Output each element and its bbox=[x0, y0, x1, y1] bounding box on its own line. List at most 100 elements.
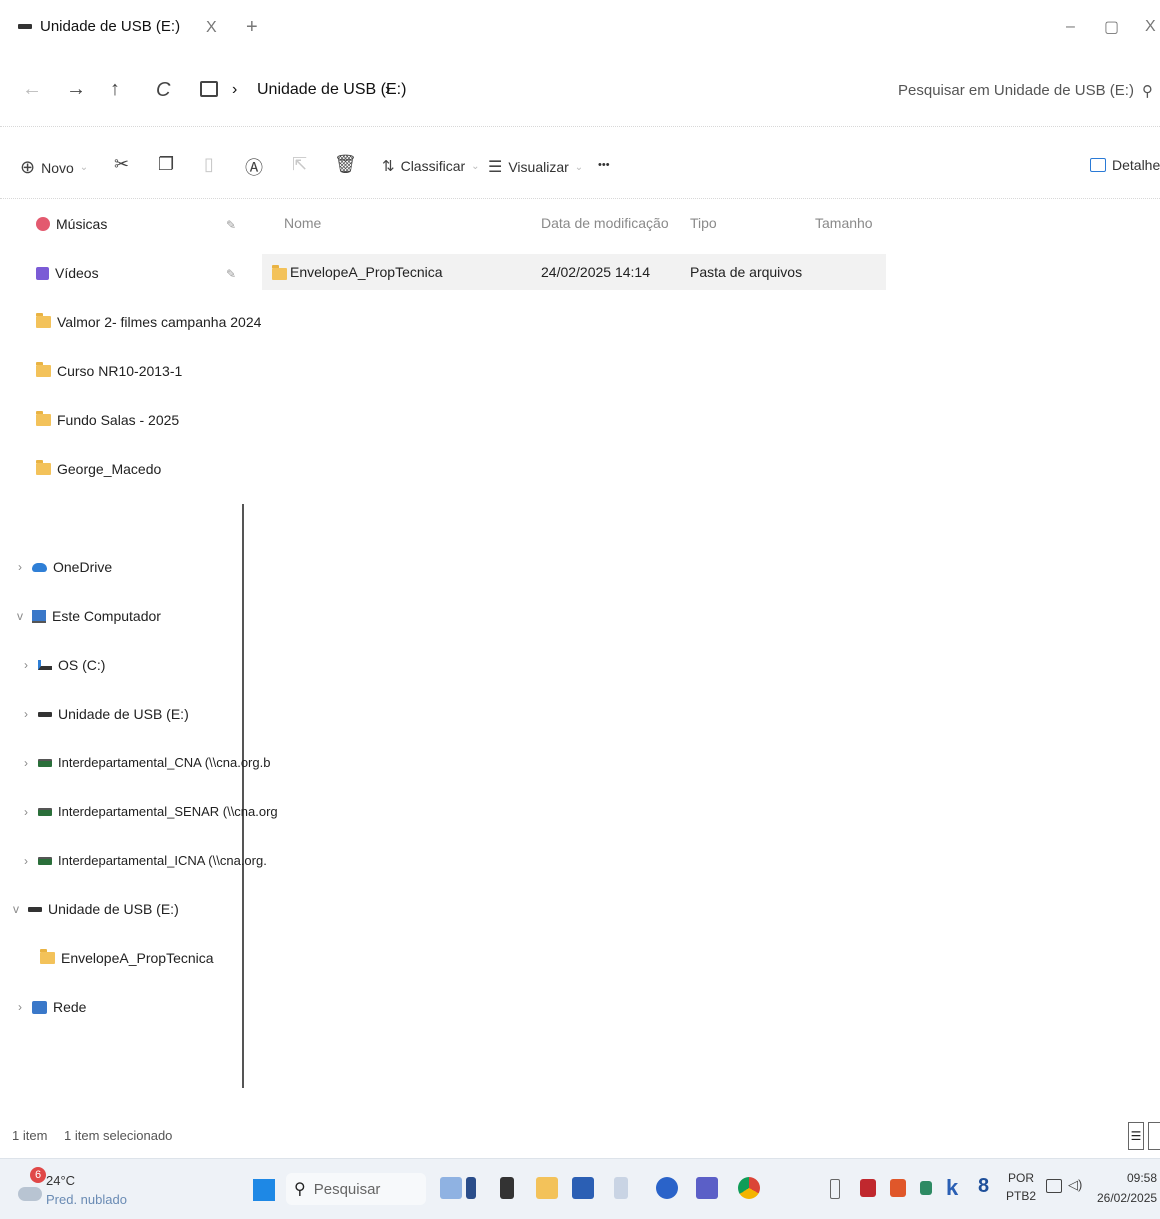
weather-widget[interactable]: 6 24°C Pred. nublado bbox=[16, 1165, 136, 1213]
sidebar-item-valmor[interactable]: Valmor 2- filmes campanha 2024 bbox=[36, 313, 261, 330]
cloud-icon bbox=[32, 562, 47, 572]
usb-drive-icon bbox=[28, 906, 42, 912]
details-view-icon[interactable]: ☰ bbox=[1128, 1122, 1144, 1150]
taskbar-search[interactable]: ⚲ Pesquisar bbox=[286, 1173, 426, 1205]
language-bottom[interactable]: PTB2 bbox=[1006, 1189, 1036, 1203]
sidebar-item-usb-e-expanded[interactable]: v Unidade de USB (E:) bbox=[10, 901, 179, 917]
search-input[interactable]: Pesquisar em Unidade de USB (E:) bbox=[898, 82, 1134, 99]
column-header-type[interactable]: Tipo bbox=[690, 215, 717, 231]
tray-8-icon[interactable]: 8 bbox=[978, 1175, 989, 1198]
app-l-icon[interactable] bbox=[500, 1177, 514, 1199]
chevron-down-icon[interactable]: v bbox=[14, 609, 26, 623]
folder-icon bbox=[40, 949, 55, 964]
close-window-button[interactable]: X bbox=[1145, 18, 1156, 36]
chevron-right-icon[interactable]: › bbox=[20, 805, 32, 819]
share-icon[interactable]: ⇱ bbox=[292, 154, 307, 175]
sort-button[interactable]: ⇅ Classificar ⌄ bbox=[382, 157, 480, 175]
tray-app-red-icon[interactable] bbox=[860, 1179, 876, 1197]
new-tab-button[interactable]: + bbox=[246, 16, 258, 39]
more-options-button[interactable]: ••• bbox=[598, 159, 610, 171]
task-view-icon[interactable] bbox=[466, 1177, 476, 1199]
breadcrumb-usb[interactable]: Unidade de USB (E:) bbox=[257, 81, 406, 99]
sidebar-item-label: Unidade de USB (E:) bbox=[58, 706, 189, 722]
usb-drive-icon bbox=[38, 711, 52, 717]
sidebar-item-envelope[interactable]: EnvelopeA_PropTecnica bbox=[40, 949, 214, 966]
cloud-icon bbox=[18, 1187, 42, 1201]
chevron-down-icon: ⌄ bbox=[574, 161, 584, 173]
search-icon[interactable]: ⚲ bbox=[1142, 82, 1153, 100]
sidebar-item-interdep-senar[interactable]: › Interdepartamental_SENAR (\\cna.org bbox=[20, 804, 278, 819]
clock-date[interactable]: 26/02/2025 bbox=[1097, 1191, 1157, 1205]
column-header-name[interactable]: Nome bbox=[284, 215, 321, 231]
sidebar-item-label: Músicas bbox=[56, 216, 108, 232]
pin-icon[interactable]: ✎ bbox=[226, 218, 236, 232]
table-row[interactable]: EnvelopeA_PropTecnica 24/02/2025 14:14 P… bbox=[262, 254, 886, 290]
volume-icon[interactable]: ◁) bbox=[1068, 1177, 1082, 1193]
weather-badge: 6 bbox=[30, 1167, 46, 1183]
forward-button[interactable]: → bbox=[66, 78, 86, 101]
sidebar-item-curso[interactable]: Curso NR10-2013-1 bbox=[36, 362, 182, 379]
network-drive-icon bbox=[38, 758, 52, 767]
sidebar-item-rede[interactable]: › Rede bbox=[14, 999, 86, 1015]
sidebar-item-os-c[interactable]: › OS (C:) bbox=[20, 657, 105, 673]
chevron-right-icon[interactable]: › bbox=[14, 560, 26, 574]
folder-icon bbox=[36, 411, 51, 426]
paste-icon[interactable]: ▯ bbox=[204, 154, 214, 175]
windows-start-icon[interactable] bbox=[253, 1179, 275, 1201]
details-button[interactable]: Detalhes bbox=[1090, 157, 1160, 173]
chevron-right-icon[interactable]: › bbox=[20, 756, 32, 770]
view-button[interactable]: ☰ Visualizar ⌄ bbox=[488, 157, 583, 177]
chevron-right-icon[interactable]: › bbox=[14, 1000, 26, 1014]
widgets-app-icon[interactable] bbox=[440, 1177, 462, 1199]
tray-shield-icon[interactable] bbox=[920, 1181, 932, 1195]
clock-time[interactable]: 09:58 bbox=[1127, 1171, 1157, 1185]
copy-icon[interactable]: ❐ bbox=[158, 154, 174, 175]
sidebar-item-interdep-icna[interactable]: › Interdepartamental_ICNA (\\cna.org. bbox=[20, 853, 267, 868]
view-icon: ☰ bbox=[488, 159, 503, 176]
minimize-button[interactable]: – bbox=[1066, 18, 1075, 36]
column-header-modified[interactable]: Data de modificação bbox=[541, 215, 669, 231]
chevron-right-icon[interactable]: › bbox=[20, 658, 32, 672]
refresh-button[interactable]: C bbox=[156, 79, 170, 102]
tiles-view-icon[interactable] bbox=[1148, 1122, 1160, 1150]
sidebar-item-onedrive[interactable]: › OneDrive bbox=[14, 559, 112, 575]
sidebar-item-videos[interactable]: Vídeos bbox=[36, 265, 99, 281]
sidebar-item-musicas[interactable]: Músicas bbox=[36, 216, 107, 232]
sidebar-item-label: Fundo Salas - 2025 bbox=[57, 412, 180, 428]
back-button[interactable]: ← bbox=[22, 78, 42, 101]
tray-app-orange-icon[interactable] bbox=[890, 1179, 906, 1197]
up-button[interactable]: ↑ bbox=[110, 78, 120, 101]
meet-icon[interactable] bbox=[656, 1177, 678, 1199]
breadcrumb-chevron[interactable]: › bbox=[385, 81, 390, 99]
network-icon bbox=[32, 1000, 47, 1014]
rename-icon[interactable]: Ⓐ bbox=[245, 154, 263, 180]
sidebar-splitter[interactable] bbox=[242, 504, 244, 1088]
chevron-right-icon[interactable]: › bbox=[20, 707, 32, 721]
view-label: Visualizar bbox=[508, 159, 569, 175]
sidebar-item-interdep-cna[interactable]: › Interdepartamental_CNA (\\cna.org.b bbox=[20, 755, 270, 770]
maximize-button[interactable]: ▢ bbox=[1104, 17, 1119, 37]
app-p-icon[interactable] bbox=[614, 1177, 628, 1199]
pin-icon[interactable]: ✎ bbox=[226, 267, 236, 281]
delete-icon[interactable]: 🗑 bbox=[334, 154, 357, 175]
sidebar-item-usb-e[interactable]: › Unidade de USB (E:) bbox=[20, 706, 189, 722]
cut-icon[interactable]: ✂ bbox=[114, 154, 129, 175]
sidebar-item-george[interactable]: George_Macedo bbox=[36, 460, 161, 477]
language-top[interactable]: POR bbox=[1008, 1171, 1034, 1185]
tray-k-icon[interactable]: k bbox=[946, 1175, 958, 1201]
new-button[interactable]: ⊕ Novo ⌄ bbox=[20, 157, 88, 178]
sidebar-item-este-computador[interactable]: v Este Computador bbox=[14, 608, 161, 624]
column-header-size[interactable]: Tamanho bbox=[815, 215, 873, 231]
chrome-icon[interactable] bbox=[738, 1177, 760, 1199]
chevron-right-icon[interactable]: › bbox=[20, 854, 32, 868]
tab-close-button[interactable]: X bbox=[206, 19, 217, 37]
network-status-icon[interactable] bbox=[1046, 1179, 1062, 1193]
file-explorer-icon[interactable] bbox=[536, 1177, 558, 1199]
sidebar-item-fundo-salas[interactable]: Fundo Salas - 2025 bbox=[36, 411, 180, 428]
chevron-down-icon[interactable]: v bbox=[10, 902, 22, 916]
teams-icon[interactable] bbox=[696, 1177, 718, 1199]
usb-tray-icon[interactable] bbox=[830, 1179, 840, 1199]
new-label: Novo bbox=[41, 159, 74, 176]
title-tab[interactable]: Unidade de USB (E:) bbox=[18, 18, 180, 35]
word-icon[interactable] bbox=[572, 1177, 594, 1199]
